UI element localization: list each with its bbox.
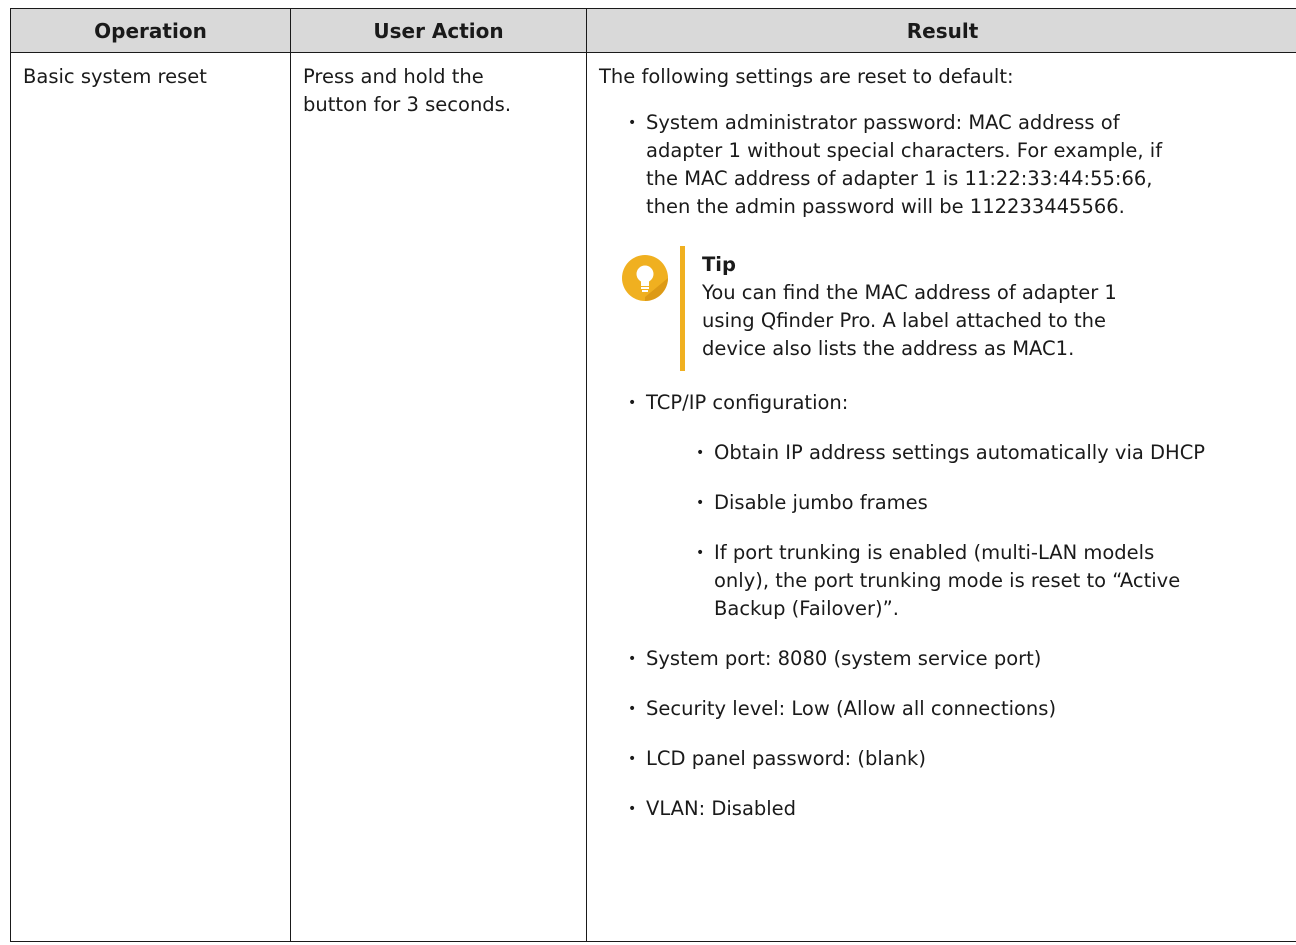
tcpip-label: TCP/IP configuration: bbox=[646, 391, 849, 414]
list-item-lcd-password: LCD panel password: (blank) bbox=[622, 745, 1288, 773]
admin-password-line-2: adapter 1 without special characters. Fo… bbox=[646, 139, 1163, 162]
tip-line-2: using Qfinder Pro. A label attached to t… bbox=[702, 309, 1106, 332]
list-item-port-trunking: If port trunking is enabled (multi-LAN m… bbox=[690, 539, 1288, 623]
header-result: Result bbox=[586, 8, 1296, 53]
result-cell: The following settings are reset to defa… bbox=[586, 52, 1296, 942]
tip-callout: Tip You can find the MAC address of adap… bbox=[622, 246, 1288, 371]
admin-password-line-1: System administrator password: MAC addre… bbox=[646, 111, 1120, 134]
list-item-jumbo-frames: Disable jumbo frames bbox=[690, 489, 1288, 517]
trunking-line-1: If port trunking is enabled (multi-LAN m… bbox=[714, 541, 1155, 564]
tip-line-1: You can find the MAC address of adapter … bbox=[702, 281, 1117, 304]
settings-list: System administrator password: MAC addre… bbox=[622, 109, 1288, 221]
trunking-line-2: only), the port trunking mode is reset t… bbox=[714, 569, 1181, 592]
list-item-tcpip: TCP/IP configuration: Obtain IP address … bbox=[622, 389, 1288, 623]
list-item-vlan: VLAN: Disabled bbox=[622, 795, 1288, 823]
list-item-security-level: Security level: Low (Allow all connectio… bbox=[622, 695, 1288, 723]
operation-text: Basic system reset bbox=[23, 65, 207, 88]
user-action-line-2: button for 3 seconds. bbox=[303, 93, 512, 116]
operation-cell: Basic system reset bbox=[10, 52, 291, 942]
header-user-action: User Action bbox=[290, 8, 587, 53]
user-action-cell: Press and hold the button for 3 seconds. bbox=[290, 52, 587, 942]
list-item-system-port: System port: 8080 (system service port) bbox=[622, 645, 1288, 673]
admin-password-line-3: the MAC address of adapter 1 is 11:22:33… bbox=[646, 167, 1153, 190]
tip-line-3: device also lists the address as MAC1. bbox=[702, 337, 1075, 360]
tip-body: Tip You can find the MAC address of adap… bbox=[702, 251, 1288, 363]
table-row: Basic system reset Press and hold the bu… bbox=[10, 52, 1296, 942]
header-operation: Operation bbox=[10, 8, 291, 53]
user-action-line-1: Press and hold the bbox=[303, 65, 484, 88]
list-item-dhcp: Obtain IP address settings automatically… bbox=[690, 439, 1288, 467]
reset-options-table: Operation User Action Result Basic syste… bbox=[10, 8, 1296, 942]
admin-password-line-4: then the admin password will be 11223344… bbox=[646, 195, 1125, 218]
table-header-row: Operation User Action Result bbox=[10, 8, 1296, 53]
list-item-admin-password: System administrator password: MAC addre… bbox=[622, 109, 1288, 221]
settings-list-continued: TCP/IP configuration: Obtain IP address … bbox=[622, 389, 1288, 823]
tcpip-sublist: Obtain IP address settings automatically… bbox=[690, 439, 1288, 623]
result-intro: The following settings are reset to defa… bbox=[599, 65, 1014, 88]
lightbulb-icon bbox=[622, 255, 668, 301]
trunking-line-3: Backup (Failover)”. bbox=[714, 597, 899, 620]
tip-accent-bar bbox=[680, 246, 685, 371]
tip-title: Tip bbox=[702, 253, 736, 276]
